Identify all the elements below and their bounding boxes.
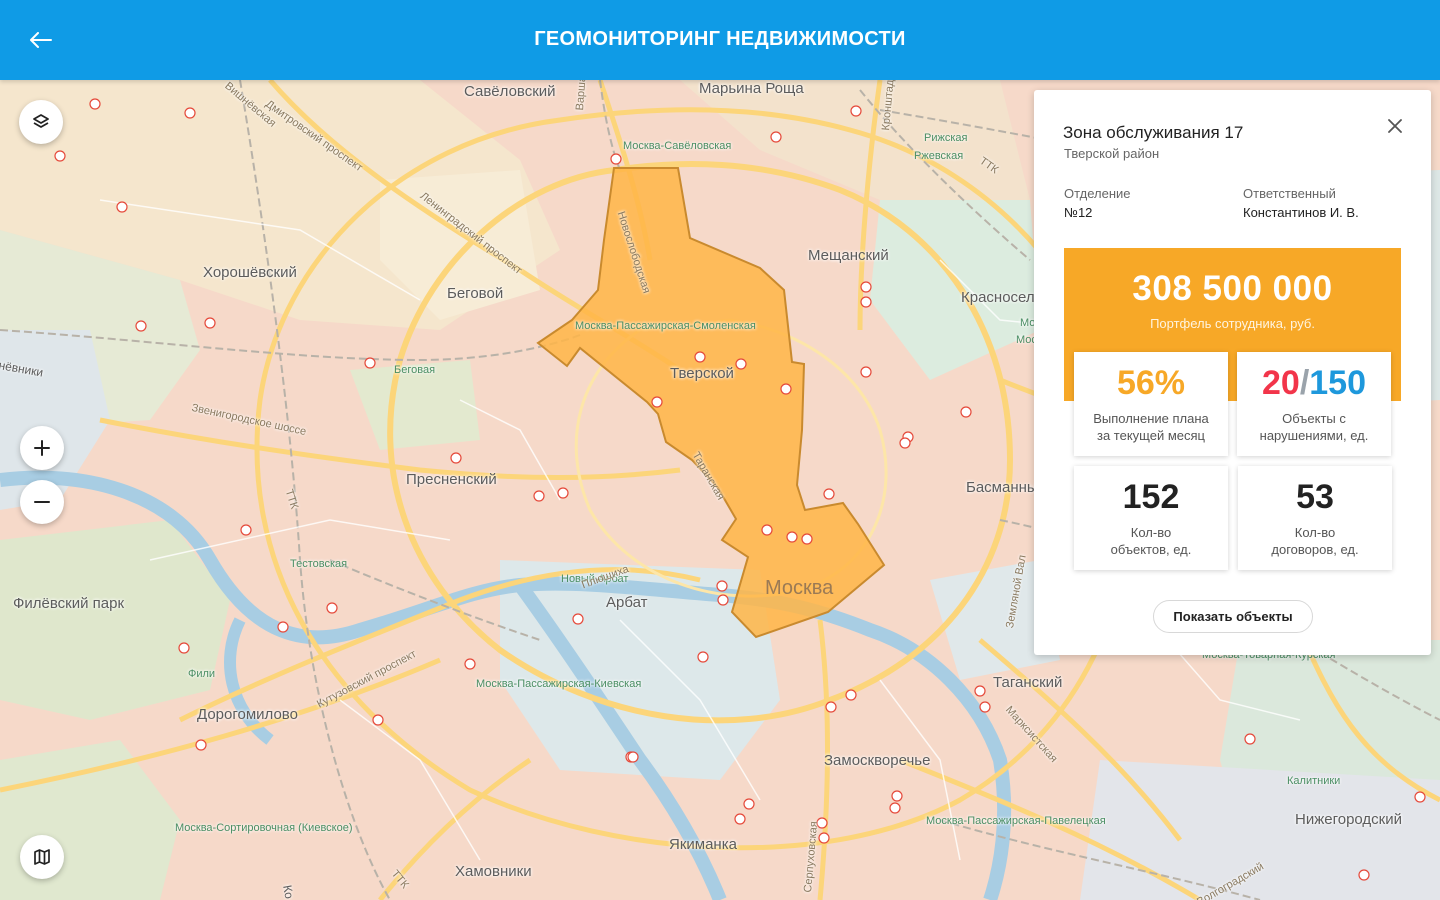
zone-title: Зона обслуживания 17	[1063, 123, 1244, 142]
plan-stat-card: 56% Выполнение плана за текущей месяц	[1074, 352, 1228, 456]
violations-total: 150	[1309, 364, 1366, 402]
plan-label: Выполнение плана за текущей месяц	[1080, 410, 1222, 444]
district-label: Басманны	[966, 479, 1038, 496]
district-label: Хамовники	[455, 863, 532, 880]
station-label: Фили	[188, 668, 216, 680]
responsible-value: Константинов И. В.	[1243, 205, 1359, 220]
violations-separator: /	[1299, 364, 1310, 402]
contracts-label-line: договоров, ед.	[1271, 542, 1359, 557]
station-label: Ржевская	[914, 150, 964, 162]
district-label: Якиманка	[669, 836, 737, 853]
contracts-label: Кол-во договоров, ед.	[1244, 524, 1386, 558]
minus-icon	[34, 501, 50, 503]
station-label: Москва-Пассажирская-Киевская	[476, 678, 642, 690]
district-label: Хорошёвский	[203, 264, 297, 281]
layers-button[interactable]	[19, 100, 63, 144]
district-label: Таганский	[993, 674, 1063, 691]
district-label: Филёвский парк	[13, 595, 125, 612]
objects-label-line: объектов, ед.	[1110, 542, 1192, 557]
station-label: Беговая	[394, 364, 436, 376]
district-label: Замоскворечье	[824, 752, 931, 769]
station-label: Рижская	[924, 132, 968, 144]
district-label: Пресненский	[406, 471, 497, 488]
district-label: Арбат	[606, 594, 648, 611]
station-label: Москва-Савёловская	[623, 140, 732, 152]
app-root: ГЕОМОНИТОРИНГ НЕДВИЖИМОСТИ Савёловский М…	[0, 0, 1440, 900]
city-label: Москва	[765, 577, 834, 599]
station-label: Тестовская	[290, 558, 348, 570]
objects-label-line: Кол-во	[1130, 525, 1172, 540]
plan-label-line: за текущей месяц	[1097, 428, 1205, 443]
map-icon	[34, 849, 50, 865]
district-label: Савёловский	[464, 83, 556, 100]
zone-info-panel: Зона обслуживания 17 Тверской район Отде…	[1034, 90, 1431, 655]
zoom-in-button[interactable]	[20, 426, 64, 470]
violations-label-line: Объекты с	[1282, 411, 1346, 426]
contracts-stat-card: 53 Кол-во договоров, ед.	[1238, 466, 1392, 570]
violations-label: Объекты с нарушениями, ед.	[1243, 410, 1385, 444]
app-header: ГЕОМОНИТОРИНГ НЕДВИЖИМОСТИ	[0, 0, 1440, 80]
district-label: Беговой	[447, 285, 504, 302]
violations-value: 20/150	[1237, 364, 1391, 403]
map-view-button[interactable]	[20, 835, 64, 879]
objects-label: Кол-во объектов, ед.	[1080, 524, 1222, 558]
district-label: Ко	[280, 884, 297, 900]
violations-count: 20	[1261, 364, 1300, 402]
show-objects-button[interactable]: Показать объекты	[1153, 600, 1313, 633]
objects-value: 152	[1122, 478, 1180, 516]
district-label: Тверской	[670, 365, 734, 382]
violations-label-line: нарушениями, ед.	[1259, 428, 1369, 443]
layers-icon	[33, 114, 49, 128]
branch-label: Отделение	[1064, 186, 1131, 201]
district-label: Красносел	[961, 289, 1035, 306]
station-label: Москва-Сортировочная (Киевское)	[175, 822, 353, 834]
portfolio-label: Портфель сотрудника, руб.	[1150, 316, 1315, 331]
district-label: Дорогомилово	[197, 706, 298, 723]
station-label: Калитники	[1287, 775, 1341, 787]
objects-stat-card: 152 Кол-во объектов, ед.	[1074, 466, 1228, 570]
district-label: Марьина Роща	[699, 80, 804, 97]
plan-label-line: Выполнение плана	[1093, 411, 1209, 426]
plan-value: 56%	[1116, 364, 1186, 402]
responsible-label: Ответственный	[1243, 186, 1336, 201]
contracts-label-line: Кол-во	[1294, 525, 1336, 540]
close-button[interactable]	[1385, 116, 1405, 136]
contracts-value: 53	[1296, 478, 1334, 516]
district-label: Нижегородский	[1295, 811, 1402, 828]
zoom-out-button[interactable]	[20, 480, 64, 524]
violations-stat-card: 20/150 Объекты с нарушениями, ед.	[1237, 352, 1391, 456]
station-label: Москва-Пассажирская-Павелецкая	[926, 815, 1106, 827]
district-label: Мещанский	[808, 247, 889, 264]
branch-value: №12	[1064, 205, 1093, 220]
zone-district: Тверской район	[1064, 146, 1160, 161]
portfolio-value: 308 500 000	[1132, 269, 1333, 308]
close-icon	[1388, 119, 1402, 133]
page-title: ГЕОМОНИТОРИНГ НЕДВИЖИМОСТИ	[534, 28, 906, 50]
plus-icon	[34, 440, 50, 456]
station-label: Москва-Пассажирская-Смоленская	[575, 320, 756, 332]
